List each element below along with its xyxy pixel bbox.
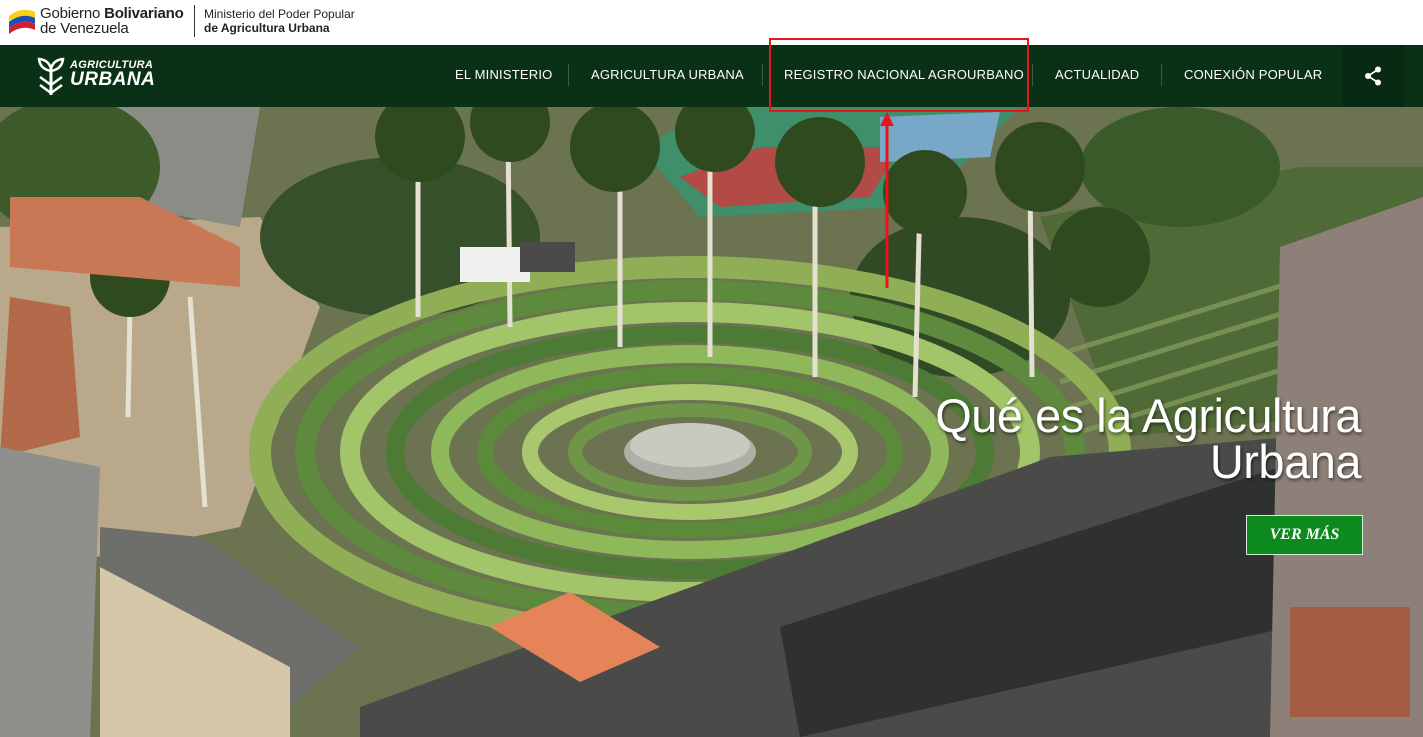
nav-item-conexion-popular[interactable]: CONEXIÓN POPULAR xyxy=(1184,45,1322,107)
main-navigation: AGRICULTURA URBANA EL MINISTERIO AGRICUL… xyxy=(0,45,1423,107)
nav-item-actualidad[interactable]: ACTUALIDAD xyxy=(1055,45,1139,107)
hero-banner: Qué es la Agricultura Urbana VER MÁS xyxy=(0,107,1423,737)
plant-logo-icon xyxy=(37,57,65,95)
annotation-highlight-box xyxy=(769,38,1029,112)
share-button[interactable] xyxy=(1342,45,1404,107)
header-divider xyxy=(194,5,195,37)
nav-item-agricultura-urbana[interactable]: AGRICULTURA URBANA xyxy=(591,45,744,107)
ministry-title-line2: de Agricultura Urbana xyxy=(204,21,330,35)
nav-divider xyxy=(1032,64,1033,86)
nav-divider xyxy=(1161,64,1162,86)
annotation-arrow-icon xyxy=(880,112,894,288)
hero-headline-line2: Urbana xyxy=(1209,435,1362,488)
venezuela-flag-icon xyxy=(9,9,35,34)
nav-item-el-ministerio[interactable]: EL MINISTERIO xyxy=(455,45,552,107)
nav-divider xyxy=(762,64,763,86)
government-header: Gobierno Bolivariano de Venezuela Minist… xyxy=(0,0,1423,45)
nav-divider xyxy=(568,64,569,86)
ministry-title-line1: Ministerio del Poder Popular xyxy=(204,7,355,21)
hero-headline: Qué es la Agricultura Urbana xyxy=(935,389,1362,488)
share-icon xyxy=(1365,66,1381,86)
hero-headline-line1: Qué es la Agricultura xyxy=(935,389,1361,442)
agricultura-urbana-logo[interactable]: AGRICULTURA URBANA xyxy=(36,55,166,99)
gov-title-line2: de Venezuela xyxy=(40,20,129,37)
logo-text-bottom: URBANA xyxy=(70,69,156,90)
ver-mas-button[interactable]: VER MÁS xyxy=(1246,515,1363,555)
